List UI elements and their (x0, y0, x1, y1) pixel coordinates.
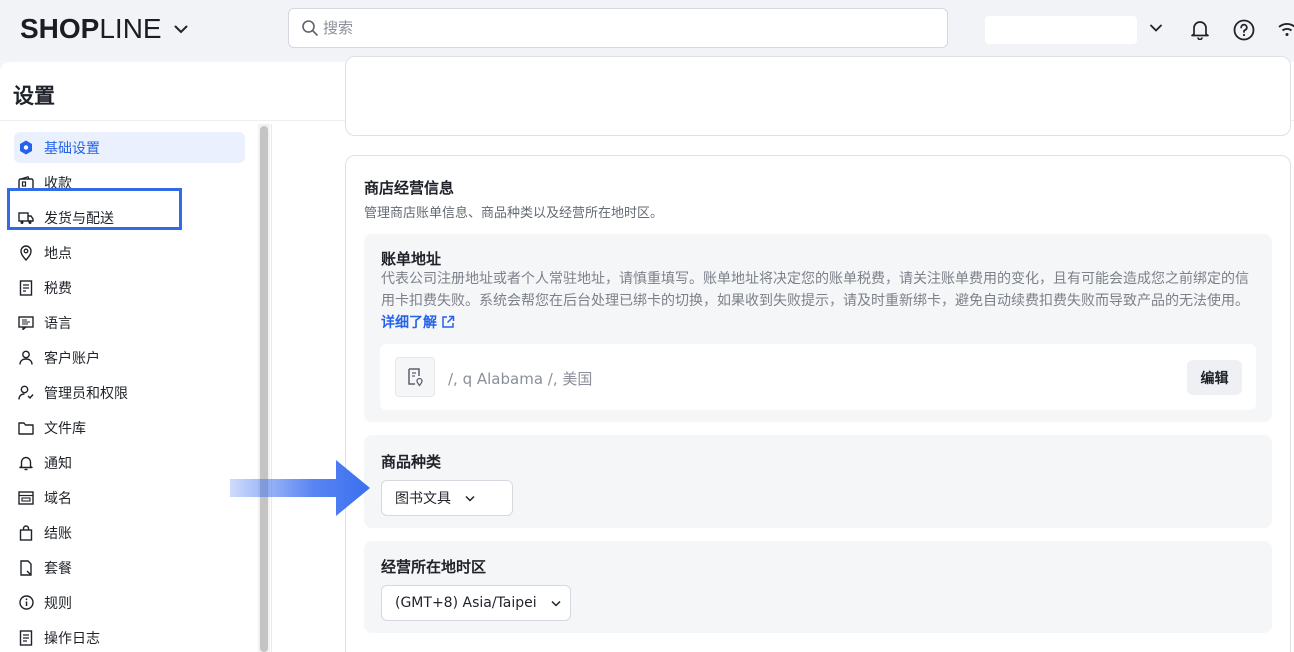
language-icon (18, 315, 34, 331)
admin-user-icon (18, 385, 34, 401)
sidebar-item-label: 语言 (44, 315, 72, 332)
sidebar-item-label: 税费 (44, 280, 72, 297)
previous-card (345, 56, 1291, 136)
product-category-section: 商品种类 图书文具 (364, 435, 1272, 528)
sidebar-item-shipping[interactable]: 发货与配送 (14, 202, 245, 233)
folder-icon (18, 420, 34, 436)
sidebar-item-label: 操作日志 (44, 630, 100, 647)
sidebar-item-label: 文件库 (44, 420, 86, 437)
sidebar-item-label: 管理员和权限 (44, 385, 128, 402)
card-subtitle: 管理商店账单信息、商品种类以及经营所在地时区。 (364, 206, 664, 221)
top-bar: SHOPLINE (0, 0, 1294, 60)
sidebar-item-basic-settings[interactable]: 基础设置 (14, 132, 245, 163)
hexagon-settings-icon (18, 140, 34, 156)
search-icon (301, 19, 319, 37)
sidebar-item-payments[interactable]: 收款 (14, 167, 245, 198)
help-icon[interactable] (1232, 18, 1256, 42)
search-bar[interactable] (288, 8, 948, 48)
info-icon (18, 595, 34, 611)
truck-icon (18, 210, 34, 226)
sidebar-item-activity-log[interactable]: 操作日志 (14, 622, 245, 652)
sidebar-item-label: 规则 (44, 595, 72, 612)
sidebar-item-languages[interactable]: 语言 (14, 307, 245, 338)
sidebar-item-label: 通知 (44, 455, 72, 472)
wallet-icon (18, 175, 34, 191)
chevron-down-icon[interactable] (1148, 20, 1164, 36)
user-icon (18, 350, 34, 366)
sidebar-item-checkout[interactable]: 结账 (14, 517, 245, 548)
chevron-down-icon[interactable] (174, 22, 188, 36)
sidebar-item-label: 地点 (44, 245, 72, 262)
store-info-card: 商店经营信息 管理商店账单信息、商品种类以及经营所在地时区。 账单地址 代表公司… (345, 155, 1291, 652)
plan-icon (18, 559, 34, 576)
sidebar-item-locations[interactable]: 地点 (14, 237, 245, 268)
sidebar-item-plans[interactable]: 套餐 (14, 552, 245, 583)
chevron-down-icon (465, 493, 475, 503)
sidebar-item-label: 域名 (44, 490, 72, 507)
edit-address-button[interactable]: 编辑 (1187, 360, 1242, 395)
chevron-down-icon (551, 598, 561, 608)
scrollbar-thumb[interactable] (260, 126, 268, 652)
settings-page: 设置 基础设置 收款 发货与配送 地点 税费 语言 客户账户 管理员和权限 文件… (0, 56, 1294, 652)
sidebar-item-taxes[interactable]: 税费 (14, 272, 245, 303)
category-select[interactable]: 图书文具 (381, 480, 513, 516)
sidebar-item-label: 套餐 (44, 560, 72, 577)
sidebar-item-label: 客户账户 (44, 350, 100, 367)
bell-icon[interactable] (1189, 18, 1211, 41)
page-title: 设置 (13, 84, 55, 108)
store-selector[interactable] (985, 16, 1137, 44)
section-title: 商品种类 (381, 453, 442, 471)
sidebar-item-file-library[interactable]: 文件库 (14, 412, 245, 443)
sidebar-item-domains[interactable]: 域名 (14, 482, 245, 513)
sidebar-item-label: 基础设置 (44, 140, 100, 157)
sidebar-item-admins-permissions[interactable]: 管理员和权限 (14, 377, 245, 408)
settings-sidebar: 基础设置 收款 发货与配送 地点 税费 语言 客户账户 管理员和权限 文件库 通… (0, 124, 258, 652)
timezone-section: 经营所在地时区 (GMT+8) Asia/Taipei (364, 541, 1272, 633)
location-pin-icon (18, 244, 34, 261)
log-icon (18, 629, 34, 646)
sidebar-item-label: 发货与配送 (44, 210, 114, 227)
address-text: /, q Alabama /, 美国 (448, 370, 593, 388)
sidebar-item-customer-accounts[interactable]: 客户账户 (14, 342, 245, 373)
sidebar-item-notifications[interactable]: 通知 (14, 447, 245, 478)
shopline-logo[interactable]: SHOPLINE (20, 13, 188, 45)
section-title: 经营所在地时区 (381, 558, 487, 576)
address-document-icon (395, 357, 435, 397)
annotation-arrow-icon (230, 460, 370, 516)
billing-description: 代表公司注册地址或者个人常驻地址，请慎重填写。账单地址将决定您的账单税费，请关注… (381, 271, 1249, 331)
external-link-icon (441, 314, 455, 328)
bag-icon (18, 524, 34, 541)
billing-address-section: 账单地址 代表公司注册地址或者个人常驻地址，请慎重填写。账单地址将决定您的账单税… (364, 234, 1272, 422)
search-input[interactable] (323, 19, 923, 37)
address-box: /, q Alabama /, 美国 编辑 (380, 344, 1256, 410)
bell-icon (18, 455, 34, 471)
sidebar-item-label: 收款 (44, 175, 72, 192)
learn-more-link[interactable]: 详细了解 (381, 315, 455, 331)
sidebar-item-rules[interactable]: 规则 (14, 587, 245, 618)
sidebar-item-label: 结账 (44, 525, 72, 542)
card-title: 商店经营信息 (364, 179, 455, 197)
tax-document-icon (18, 279, 34, 296)
wifi-icon[interactable] (1276, 18, 1294, 40)
timezone-select[interactable]: (GMT+8) Asia/Taipei (381, 585, 571, 621)
sidebar-scrollbar[interactable] (258, 124, 270, 652)
divider (271, 124, 272, 652)
domain-icon (18, 490, 34, 506)
section-title: 账单地址 (381, 250, 442, 268)
